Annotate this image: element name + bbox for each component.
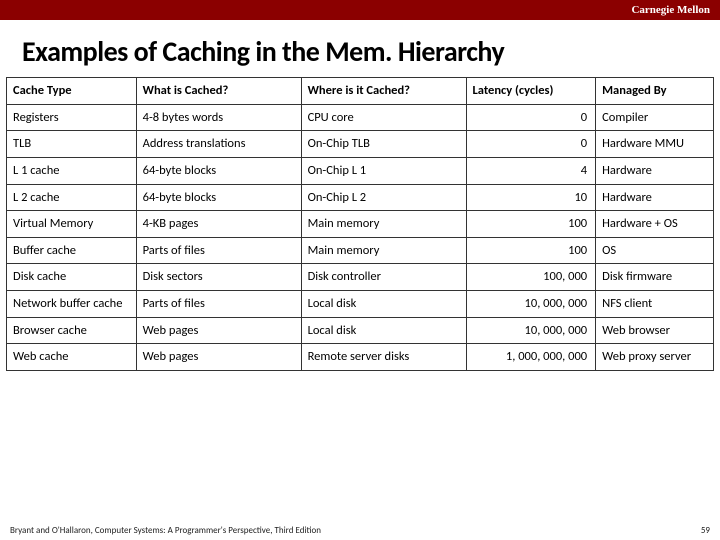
table-row: Browser cacheWeb pagesLocal disk10, 000,… [7, 317, 714, 344]
cell-type: Virtual Memory [7, 211, 137, 238]
table-row: L 1 cache64-byte blocksOn-Chip L 14Hardw… [7, 157, 714, 184]
cell-type: L 1 cache [7, 157, 137, 184]
cell-by: OS [596, 237, 714, 264]
cell-where: On-Chip L 1 [301, 157, 466, 184]
cell-by: Hardware [596, 157, 714, 184]
cell-type: Registers [7, 104, 137, 131]
cell-where: Disk controller [301, 264, 466, 291]
cell-latency: 1, 000, 000, 000 [466, 344, 596, 371]
cell-by: Web browser [596, 317, 714, 344]
cell-what: Disk sectors [136, 264, 301, 291]
cell-latency: 100 [466, 237, 596, 264]
cell-by: Compiler [596, 104, 714, 131]
top-bar: Carnegie Mellon [0, 0, 720, 20]
cell-what: Parts of files [136, 291, 301, 318]
table-row: Registers4-8 bytes words CPU core0Compil… [7, 104, 714, 131]
footer: Bryant and O'Hallaron, Computer Systems:… [0, 525, 720, 536]
cell-latency: 0 [466, 131, 596, 158]
cell-by: Disk firmware [596, 264, 714, 291]
table-row: Disk cacheDisk sectorsDisk controller100… [7, 264, 714, 291]
cell-what: Web pages [136, 344, 301, 371]
col-where-cached: Where is it Cached? [301, 78, 466, 105]
table-row: Network buffer cacheParts of filesLocal … [7, 291, 714, 318]
cell-where: Local disk [301, 291, 466, 318]
cell-by: Web proxy server [596, 344, 714, 371]
cell-what: 64-byte blocks [136, 184, 301, 211]
cell-latency: 100 [466, 211, 596, 238]
cell-type: L 2 cache [7, 184, 137, 211]
cell-where: Local disk [301, 317, 466, 344]
cell-what: 64-byte blocks [136, 157, 301, 184]
table-row: L 2 cache64-byte blocksOn-Chip L 210Hard… [7, 184, 714, 211]
cell-type: Web cache [7, 344, 137, 371]
cell-type: Disk cache [7, 264, 137, 291]
footer-citation: Bryant and O'Hallaron, Computer Systems:… [10, 525, 321, 536]
cell-latency: 4 [466, 157, 596, 184]
cell-what: 4-KB pages [136, 211, 301, 238]
cell-latency: 10 [466, 184, 596, 211]
cell-what: 4-8 bytes words [136, 104, 301, 131]
cell-what: Parts of files [136, 237, 301, 264]
page-title: Examples of Caching in the Mem. Hierarch… [0, 20, 720, 77]
cell-type: Network buffer cache [7, 291, 137, 318]
cell-where: Main memory [301, 211, 466, 238]
cell-by: Hardware MMU [596, 131, 714, 158]
table-row: Buffer cacheParts of filesMain memory100… [7, 237, 714, 264]
col-what-cached: What is Cached? [136, 78, 301, 105]
col-cache-type: Cache Type [7, 78, 137, 105]
cell-latency: 10, 000, 000 [466, 291, 596, 318]
cell-what: Address translations [136, 131, 301, 158]
table-header-row: Cache Type What is Cached? Where is it C… [7, 78, 714, 105]
cell-where: On-Chip TLB [301, 131, 466, 158]
cell-where: On-Chip L 2 [301, 184, 466, 211]
cell-by: NFS client [596, 291, 714, 318]
cell-latency: 100, 000 [466, 264, 596, 291]
cell-latency: 10, 000, 000 [466, 317, 596, 344]
cell-where: Remote server disks [301, 344, 466, 371]
col-managed-by: Managed By [596, 78, 714, 105]
cache-table: Cache Type What is Cached? Where is it C… [6, 77, 714, 371]
cell-type: Browser cache [7, 317, 137, 344]
col-latency: Latency (cycles) [466, 78, 596, 105]
cell-by: Hardware [596, 184, 714, 211]
brand-label: Carnegie Mellon [631, 4, 710, 16]
cell-latency: 0 [466, 104, 596, 131]
cell-where: CPU core [301, 104, 466, 131]
cell-where: Main memory [301, 237, 466, 264]
page-number: 59 [701, 525, 710, 536]
cell-by: Hardware + OS [596, 211, 714, 238]
cell-what: Web pages [136, 317, 301, 344]
table-row: TLBAddress translationsOn-Chip TLB0Hardw… [7, 131, 714, 158]
table-row: Web cacheWeb pagesRemote server disks1, … [7, 344, 714, 371]
cell-type: TLB [7, 131, 137, 158]
table-container: Cache Type What is Cached? Where is it C… [0, 77, 720, 371]
cell-type: Buffer cache [7, 237, 137, 264]
table-row: Virtual Memory4-KB pagesMain memory100Ha… [7, 211, 714, 238]
